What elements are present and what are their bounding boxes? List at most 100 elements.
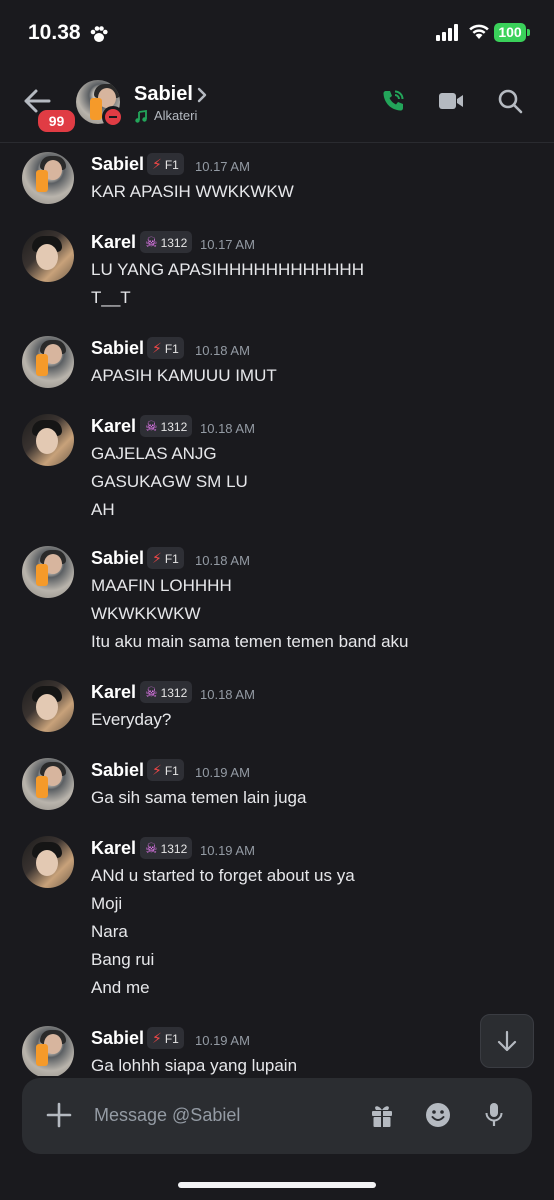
message-author[interactable]: Karel	[91, 682, 136, 703]
message-text[interactable]: And me	[91, 978, 150, 998]
avatar[interactable]	[22, 680, 74, 732]
message-text[interactable]: LU YANG APASIHHHHHHHHHHHH	[91, 260, 364, 280]
skull-icon: ☠	[145, 840, 158, 856]
message-group[interactable]: Sabiel ⚡ F1 10.18 AM APASIH KAMUUU IMUT	[0, 336, 554, 404]
wifi-icon	[469, 24, 489, 39]
message-list[interactable]: Sabiel ⚡ F1 10.17 AM KAR APASIH WWKKWKW Karel…	[0, 142, 554, 1076]
battery-level: 100	[498, 24, 522, 40]
message-group[interactable]: Sabiel ⚡ F1 10.19 AM Ga lohhh siapa yang lup…	[0, 1026, 554, 1076]
message-text[interactable]: MAAFIN LOHHHH	[91, 576, 232, 596]
message-text[interactable]: ANd u started to forget about us ya	[91, 866, 355, 886]
avatar[interactable]	[22, 230, 74, 282]
server-tag[interactable]: ⚡ F1	[147, 337, 184, 359]
message-text[interactable]: Nara	[91, 922, 128, 942]
message-author[interactable]: Sabiel	[91, 338, 144, 359]
mic-icon[interactable]	[484, 1102, 504, 1128]
message-group[interactable]: Sabiel ⚡ F1 10.19 AM Ga sih sama temen lain …	[0, 758, 554, 826]
message-timestamp: 10.18 AM	[200, 687, 255, 702]
arrow-down-icon	[497, 1030, 517, 1052]
video-icon[interactable]	[438, 90, 464, 112]
message-author[interactable]: Karel	[91, 838, 136, 859]
emoji-icon[interactable]	[425, 1102, 451, 1128]
message-composer	[22, 1078, 532, 1154]
server-tag-label: F1	[164, 552, 179, 566]
message-text[interactable]: Moji	[91, 894, 122, 914]
message-author[interactable]: Sabiel	[91, 154, 144, 175]
status-time: 10.38	[28, 21, 81, 44]
gift-icon[interactable]	[370, 1102, 394, 1128]
server-tag-label: 1312	[160, 236, 188, 250]
message-group[interactable]: Karel ☠ 1312 10.18 AM GAJELAS ANJG GASUKAGW S…	[0, 414, 554, 538]
avatar[interactable]	[22, 1026, 74, 1076]
jump-to-bottom-button[interactable]	[480, 1014, 534, 1068]
status-bar: 10.38 100	[0, 0, 554, 66]
server-tag-label: F1	[164, 342, 179, 356]
message-group[interactable]: Sabiel ⚡ F1 10.17 AM KAR APASIH WWKKWKW	[0, 152, 554, 220]
phone-call-icon[interactable]	[380, 88, 406, 114]
server-tag[interactable]: ⚡ F1	[147, 547, 184, 569]
message-group[interactable]: Karel ☠ 1312 10.19 AM ANd u started to forge…	[0, 836, 554, 1016]
avatar[interactable]	[22, 336, 74, 388]
lightning-icon: ⚡	[152, 340, 162, 356]
message-author[interactable]: Karel	[91, 416, 136, 437]
message-timestamp: 10.17 AM	[200, 237, 255, 252]
message-text[interactable]: AH	[91, 500, 115, 520]
lightning-icon: ⚡	[152, 762, 162, 778]
message-group[interactable]: Karel ☠ 1312 10.17 AM LU YANG APASIHHHHHHHHH…	[0, 230, 554, 326]
avatar[interactable]	[22, 152, 74, 204]
chevron-right-icon[interactable]	[196, 86, 208, 104]
message-timestamp: 10.19 AM	[200, 843, 255, 858]
message-text[interactable]: Itu aku main sama temen temen band aku	[91, 632, 409, 652]
message-timestamp: 10.17 AM	[195, 159, 250, 174]
avatar[interactable]	[22, 758, 74, 810]
skull-icon: ☠	[145, 684, 158, 700]
message-text[interactable]: GAJELAS ANJG	[91, 444, 217, 464]
avatar[interactable]	[22, 546, 74, 598]
server-tag[interactable]: ☠ 1312	[140, 415, 193, 437]
message-text[interactable]: Ga sih sama temen lain juga	[91, 788, 306, 808]
message-timestamp: 10.18 AM	[195, 343, 250, 358]
server-tag[interactable]: ☠ 1312	[140, 837, 193, 859]
server-tag[interactable]: ☠ 1312	[140, 681, 193, 703]
paw-icon	[90, 26, 108, 42]
server-tag-label: F1	[164, 1032, 179, 1046]
activity-label: Alkateri	[154, 108, 198, 123]
server-tag[interactable]: ⚡ F1	[147, 153, 184, 175]
channel-title[interactable]: Sabiel	[134, 83, 193, 106]
message-text[interactable]: Everyday?	[91, 710, 171, 730]
lightning-icon: ⚡	[152, 1030, 162, 1046]
message-author[interactable]: Karel	[91, 232, 136, 253]
message-timestamp: 10.19 AM	[195, 1033, 250, 1048]
server-tag-label: 1312	[160, 842, 188, 856]
avatar[interactable]	[22, 836, 74, 888]
server-tag[interactable]: ☠ 1312	[140, 231, 193, 253]
message-text[interactable]: APASIH KAMUUU IMUT	[91, 366, 277, 386]
dnd-status-icon	[102, 106, 124, 128]
message-text[interactable]: Bang rui	[91, 950, 154, 970]
message-text[interactable]: GASUKAGW SM LU	[91, 472, 248, 492]
message-text[interactable]: T__T	[91, 288, 131, 308]
avatar[interactable]	[22, 414, 74, 466]
signal-icon	[436, 24, 458, 41]
server-tag[interactable]: ⚡ F1	[147, 1027, 184, 1049]
message-group[interactable]: Sabiel ⚡ F1 10.18 AM MAAFIN LOHHHH WKWKKWKW It…	[0, 546, 554, 670]
music-note-icon	[135, 109, 147, 123]
message-text[interactable]: Ga lohhh siapa yang lupain	[91, 1056, 297, 1076]
search-icon[interactable]	[497, 88, 523, 114]
message-author[interactable]: Sabiel	[91, 760, 144, 781]
dm-header: 99 Sabiel Alkateri	[0, 66, 554, 143]
server-tag-label: 1312	[160, 686, 188, 700]
skull-icon: ☠	[145, 234, 158, 250]
message-input[interactable]	[92, 1092, 356, 1138]
message-author[interactable]: Sabiel	[91, 548, 144, 569]
server-tag-label: 1312	[160, 420, 188, 434]
server-tag[interactable]: ⚡ F1	[147, 759, 184, 781]
lightning-icon: ⚡	[152, 550, 162, 566]
home-indicator	[178, 1182, 376, 1188]
message-group[interactable]: Karel ☠ 1312 10.18 AM Everyday?	[0, 680, 554, 748]
message-author[interactable]: Sabiel	[91, 1028, 144, 1049]
plus-icon[interactable]	[46, 1102, 72, 1128]
message-text[interactable]: KAR APASIH WWKKWKW	[91, 182, 294, 202]
message-text[interactable]: WKWKKWKW	[91, 604, 201, 624]
skull-icon: ☠	[145, 418, 158, 434]
